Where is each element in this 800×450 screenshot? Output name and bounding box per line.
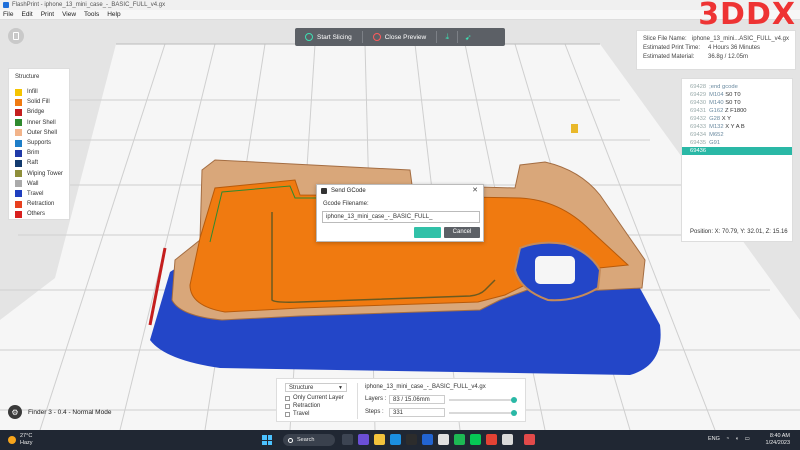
document-icon[interactable]	[8, 28, 24, 44]
clock[interactable]: 8:40 AM 1/24/2023	[756, 433, 790, 446]
flashprint-icon[interactable]	[502, 434, 513, 445]
teams-icon[interactable]	[358, 434, 369, 445]
gcode-line[interactable]: 69434 M652	[682, 131, 792, 139]
language-indicator[interactable]: ENG	[708, 436, 720, 442]
legend-title: Structure	[15, 74, 40, 80]
slice-info-panel: Slice File Name: iphone_13_mini...ASIC_FU…	[636, 30, 796, 70]
start-slicing-button[interactable]: Start Slicing	[295, 28, 362, 46]
chevron-down-icon: ▼	[338, 385, 343, 391]
layers-field[interactable]: 83 / 15.06mm	[389, 395, 445, 404]
wifi-icon[interactable]: ◔	[726, 436, 729, 442]
legend-item: Travel	[15, 189, 63, 199]
gcode-line[interactable]: 69430 M140 S0 T0	[682, 99, 792, 107]
steps-label: Steps :	[365, 409, 384, 415]
travel-checkbox[interactable]: Travel	[285, 411, 309, 417]
search-icon	[288, 437, 293, 443]
legend-item: Raft	[15, 158, 63, 168]
download-icon[interactable]: ⤓	[437, 32, 457, 42]
layer-control-panel: Structure ▼ Only Current Layer Retraction…	[276, 378, 526, 422]
filename-label: Gcode Filename:	[323, 201, 369, 207]
steps-slider-knob[interactable]	[511, 410, 517, 416]
brand-logo: 3DDX	[698, 0, 796, 32]
send-icon[interactable]: ➹	[458, 33, 478, 42]
battery-icon[interactable]: ▭	[745, 436, 750, 442]
machine-status: ⚙ Finder 3 - 0.4 - Normal Mode	[8, 405, 111, 419]
structure-legend: Structure Infill Solid Fill Bridge Inner…	[8, 68, 70, 220]
store-icon[interactable]	[406, 434, 417, 445]
close-preview-button[interactable]: Close Preview	[363, 28, 437, 46]
windows-start-icon[interactable]	[262, 435, 272, 445]
position-readout: Position: X: 70.79, Y: 32.01, Z: 15.16	[690, 229, 788, 235]
gcode-line[interactable]: 69435 G91	[682, 139, 792, 147]
gcode-line[interactable]: 69429 M104 S0 T0	[682, 91, 792, 99]
legend-item: Solid Fill	[15, 97, 63, 107]
gcode-filename-input[interactable]: iphone_13_mini_case_-_BASIC_FULL_	[322, 211, 480, 223]
nozzle-marker	[571, 124, 578, 133]
ok-button[interactable]	[414, 227, 441, 238]
edge-icon[interactable]	[390, 434, 401, 445]
layers-label: Layers :	[365, 396, 387, 402]
only-current-layer-checkbox[interactable]: Only Current Layer	[285, 395, 344, 401]
legend-item: Brim	[15, 148, 63, 158]
printer-icon[interactable]: ⚙	[8, 405, 22, 419]
photos-icon[interactable]	[438, 434, 449, 445]
dialog-title-bar: Send GCode ✕	[317, 185, 483, 196]
app-icon	[3, 2, 9, 8]
close-circle-icon	[372, 33, 381, 41]
weather-widget[interactable]: 27°C Hazy	[8, 433, 33, 446]
mail-icon[interactable]	[422, 434, 433, 445]
cancel-button[interactable]: Cancel	[444, 227, 480, 238]
close-icon[interactable]: ✕	[472, 186, 478, 194]
menu-edit[interactable]: Edit	[21, 11, 32, 18]
view-mode-select[interactable]: Structure ▼	[285, 383, 347, 392]
legend-item: Inner Shell	[15, 118, 63, 128]
layers-slider[interactable]	[449, 397, 517, 403]
send-gcode-dialog: Send GCode ✕ Gcode Filename: iphone_13_m…	[316, 184, 484, 242]
app-icon	[321, 187, 327, 194]
menu-tools[interactable]: Tools	[84, 11, 99, 18]
chrome-icon[interactable]	[486, 434, 497, 445]
gcode-line-selected[interactable]: 69436	[682, 147, 792, 155]
gcode-line[interactable]: 69428 ;end gcode	[682, 83, 792, 91]
layer-file-name: iphone_13_mini_case_-_BASIC_FULL_v4.gx	[365, 384, 486, 390]
task-view-icon[interactable]	[342, 434, 353, 445]
layers-slider-knob[interactable]	[511, 397, 517, 403]
legend-item: Supports	[15, 138, 63, 148]
line-icon[interactable]	[470, 434, 481, 445]
preview-toolbar: Start Slicing Close Preview ⤓ ➹	[295, 28, 505, 46]
window-title: FlashPrint - iphone_13_mini_case_-_BASIC…	[12, 2, 166, 8]
gcode-line[interactable]: 69431 G162 Z F1800	[682, 107, 792, 115]
spotify-icon[interactable]	[454, 434, 465, 445]
legend-item: Wiping Tower	[15, 169, 63, 179]
file-explorer-icon[interactable]	[374, 434, 385, 445]
gcode-line[interactable]: 69432 G28 X Y	[682, 115, 792, 123]
volume-icon[interactable]: ◖	[735, 436, 738, 442]
legend-item: Outer Shell	[15, 128, 63, 138]
steps-slider[interactable]	[449, 410, 517, 416]
play-icon	[305, 33, 313, 41]
app-icon[interactable]	[524, 434, 535, 445]
taskbar-search[interactable]: Search	[283, 434, 335, 446]
windows-taskbar: 27°C Hazy Search ENG ◔ ◖ ▭ 8:40 AM 1/24/2…	[0, 430, 800, 450]
legend-item: Bridge	[15, 107, 63, 117]
legend-item: Wall	[15, 179, 63, 189]
sun-icon	[8, 435, 16, 444]
menu-print[interactable]: Print	[41, 11, 54, 18]
gcode-list-panel[interactable]: 69428 ;end gcode 69429 M104 S0 T0 69430 M14…	[681, 78, 793, 242]
menu-view[interactable]: View	[62, 11, 76, 18]
retraction-checkbox[interactable]: Retraction	[285, 403, 320, 409]
steps-field[interactable]: 331	[389, 408, 445, 417]
legend-item: Infill	[15, 87, 63, 97]
legend-item: Retraction	[15, 199, 63, 209]
system-tray: ENG ◔ ◖ ▭	[708, 436, 756, 442]
menu-file[interactable]: File	[3, 11, 13, 18]
legend-item: Others	[15, 209, 63, 219]
menu-help[interactable]: Help	[107, 11, 120, 18]
gcode-line[interactable]: 69433 M132 X Y A B	[682, 123, 792, 131]
